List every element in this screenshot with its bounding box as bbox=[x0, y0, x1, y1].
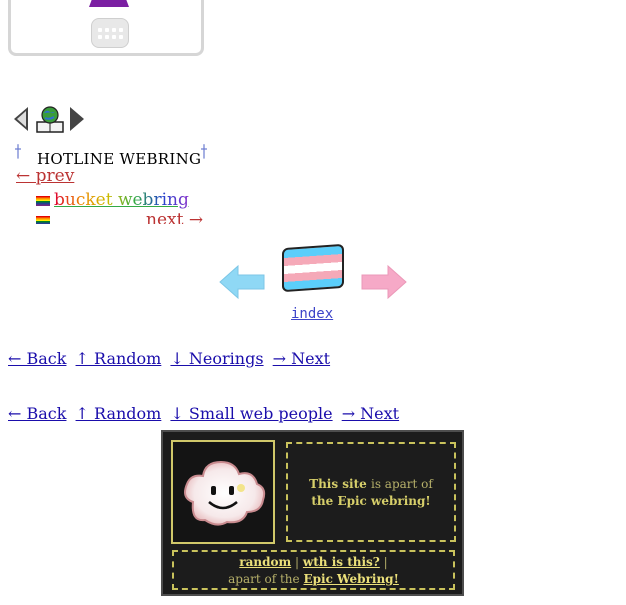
apart-of-text: apart of the bbox=[228, 572, 300, 586]
epic-webring-link[interactable]: Epic Webring! bbox=[303, 572, 398, 586]
bucket-webring: ← prev bucket webring next → bbox=[8, 172, 208, 224]
smallweb-index-link[interactable]: ↓ Small web people bbox=[170, 404, 332, 423]
epic-info-panel: This site is apart of the Epic webring! bbox=[286, 442, 456, 542]
this-site-text: This site bbox=[309, 476, 367, 491]
bucket-next-link[interactable]: next → bbox=[146, 210, 203, 224]
small-web-nav: ← Back ↑ Random ↓ Small web people → Nex… bbox=[8, 404, 403, 423]
apps-grid-icon[interactable] bbox=[91, 18, 129, 48]
apps-card bbox=[8, 0, 204, 56]
neorings-next-link[interactable]: → Next bbox=[273, 349, 330, 368]
trans-next-arrow-icon[interactable] bbox=[360, 262, 408, 302]
cloud-mascot-frame bbox=[171, 440, 275, 544]
trans-prev-arrow-icon[interactable] bbox=[218, 262, 266, 302]
epic-webring-box: This site is apart of the Epic webring! … bbox=[161, 430, 464, 596]
trans-flag-icon[interactable] bbox=[282, 243, 344, 293]
neorings-nav: ← Back ↑ Random ↓ Neorings → Next bbox=[8, 349, 334, 368]
epic-ring-name: the Epic webring! bbox=[311, 493, 431, 508]
epic-footer: random | wth is this? | apart of the Epi… bbox=[172, 550, 455, 590]
bucket-prev-link[interactable]: ← prev bbox=[16, 172, 74, 186]
trans-index-link[interactable]: index bbox=[291, 306, 333, 322]
smallweb-back-link[interactable]: ← Back bbox=[8, 404, 66, 423]
arrow-left-icon[interactable] bbox=[14, 107, 28, 131]
smallweb-random-link[interactable]: ↑ Random bbox=[76, 404, 162, 423]
separator: | bbox=[295, 555, 300, 569]
hotline-webring: HOTLINE WEBRING bbox=[10, 140, 216, 172]
neorings-back-link[interactable]: ← Back bbox=[8, 349, 66, 368]
purple-tab bbox=[89, 0, 129, 7]
globe-book-icon[interactable] bbox=[34, 104, 64, 134]
is-apart-text: is apart of bbox=[370, 476, 433, 491]
separator: | bbox=[383, 555, 388, 569]
webring-nav bbox=[14, 104, 84, 134]
sword-right-icon[interactable] bbox=[201, 140, 207, 164]
sword-left-icon[interactable] bbox=[15, 140, 21, 164]
neorings-random-link[interactable]: ↑ Random bbox=[76, 349, 162, 368]
rainbow-flag-icon bbox=[36, 195, 50, 206]
neorings-index-link[interactable]: ↓ Neorings bbox=[170, 349, 263, 368]
rainbow-flag-icon bbox=[36, 215, 50, 224]
epic-wth-link[interactable]: wth is this? bbox=[303, 555, 380, 569]
arrow-right-icon[interactable] bbox=[70, 107, 84, 131]
trans-webring: index bbox=[218, 243, 408, 328]
hotline-title: HOTLINE WEBRING bbox=[37, 150, 202, 168]
epic-random-link[interactable]: random bbox=[239, 555, 291, 569]
smallweb-next-link[interactable]: → Next bbox=[342, 404, 399, 423]
smiling-cloud-icon bbox=[184, 460, 266, 526]
